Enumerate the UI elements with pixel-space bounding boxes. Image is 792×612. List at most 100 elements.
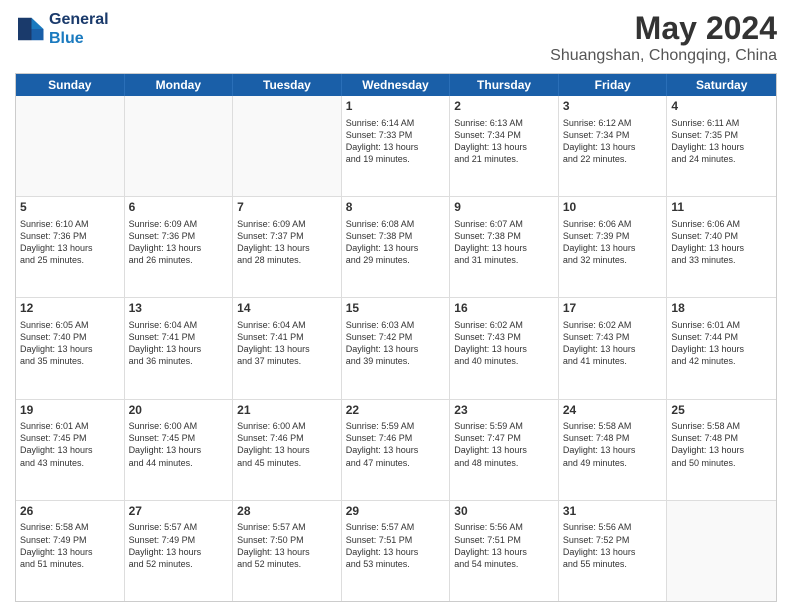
- cell-line: and 41 minutes.: [563, 355, 663, 367]
- calendar-cell: 2 Sunrise: 6:13 AMSunset: 7:34 PMDaylight…: [450, 96, 559, 196]
- cell-line: and 37 minutes.: [237, 355, 337, 367]
- calendar-cell: 1Sunrise: 6:14 AMSunset: 7:33 PMDaylight…: [342, 96, 451, 196]
- day-number: 10: [563, 200, 663, 216]
- cell-line: and 39 minutes.: [346, 355, 446, 367]
- calendar-cell: 12Sunrise: 6:05 AMSunset: 7:40 PMDayligh…: [16, 298, 125, 398]
- calendar-cell: 3Sunrise: 6:12 AMSunset: 7:34 PMDaylight…: [559, 96, 668, 196]
- cell-line: and 45 minutes.: [237, 457, 337, 469]
- cell-line: and 53 minutes.: [346, 558, 446, 570]
- cell-line: Sunset: 7:34 PM: [454, 129, 554, 141]
- cell-line: Sunset: 7:36 PM: [129, 230, 229, 242]
- cell-line: Daylight: 13 hours: [129, 242, 229, 254]
- cell-line: Sunset: 7:36 PM: [20, 230, 120, 242]
- calendar-cell: [667, 501, 776, 601]
- main-title: May 2024: [550, 10, 777, 47]
- title-block: May 2024 Shuangshan, Chongqing, China: [550, 10, 777, 65]
- cell-line: Sunset: 7:43 PM: [563, 331, 663, 343]
- cell-line: Sunrise: 5:58 AM: [563, 420, 663, 432]
- cell-line: Sunset: 7:40 PM: [671, 230, 772, 242]
- calendar-cell: 23Sunrise: 5:59 AMSunset: 7:47 PMDayligh…: [450, 400, 559, 500]
- cell-line: Sunset: 7:37 PM: [237, 230, 337, 242]
- cell-line: Sunrise: 6:10 AM: [20, 218, 120, 230]
- cell-line: Daylight: 13 hours: [129, 444, 229, 456]
- calendar-cell: 4Sunrise: 6:11 AMSunset: 7:35 PMDaylight…: [667, 96, 776, 196]
- weekday-header: Wednesday: [342, 74, 451, 96]
- day-number: 2: [454, 99, 554, 115]
- calendar-cell: 20Sunrise: 6:00 AMSunset: 7:45 PMDayligh…: [125, 400, 234, 500]
- cell-line: Daylight: 13 hours: [237, 444, 337, 456]
- cell-line: Sunrise: 6:02 AM: [563, 319, 663, 331]
- day-number: 12: [20, 301, 120, 317]
- cell-line: Sunset: 7:50 PM: [237, 534, 337, 546]
- calendar-row: 1Sunrise: 6:14 AMSunset: 7:33 PMDaylight…: [16, 96, 776, 197]
- cell-line: Sunrise: 6:09 AM: [237, 218, 337, 230]
- cell-line: Sunrise: 6:02 AM: [454, 319, 554, 331]
- cell-line: Daylight: 13 hours: [20, 546, 120, 558]
- day-number: 11: [671, 200, 772, 216]
- cell-line: and 24 minutes.: [671, 153, 772, 165]
- cell-line: and 55 minutes.: [563, 558, 663, 570]
- day-number: 8: [346, 200, 446, 216]
- calendar-cell: 9Sunrise: 6:07 AMSunset: 7:38 PMDaylight…: [450, 197, 559, 297]
- cell-line: Sunrise: 6:00 AM: [237, 420, 337, 432]
- cell-line: Daylight: 13 hours: [454, 242, 554, 254]
- cell-line: Sunset: 7:47 PM: [454, 432, 554, 444]
- cell-line: Sunset: 7:41 PM: [129, 331, 229, 343]
- cell-line: and 33 minutes.: [671, 254, 772, 266]
- cell-line: Sunset: 7:34 PM: [563, 129, 663, 141]
- cell-line: and 44 minutes.: [129, 457, 229, 469]
- cell-line: Daylight: 13 hours: [129, 343, 229, 355]
- day-number: 6: [129, 200, 229, 216]
- cell-line: and 49 minutes.: [563, 457, 663, 469]
- day-number: 13: [129, 301, 229, 317]
- cell-line: and 26 minutes.: [129, 254, 229, 266]
- cell-line: Daylight: 13 hours: [346, 242, 446, 254]
- calendar-cell: 8 Sunrise: 6:08 AMSunset: 7:38 PMDaylight…: [342, 197, 451, 297]
- calendar-cell: 21Sunrise: 6:00 AMSunset: 7:46 PMDayligh…: [233, 400, 342, 500]
- cell-line: and 51 minutes.: [20, 558, 120, 570]
- day-number: 3: [563, 99, 663, 115]
- cell-line: Daylight: 13 hours: [346, 444, 446, 456]
- cell-line: Sunset: 7:52 PM: [563, 534, 663, 546]
- calendar-header: SundayMondayTuesdayWednesdayThursdayFrid…: [16, 74, 776, 96]
- day-number: 22: [346, 403, 446, 419]
- calendar-cell: 13Sunrise: 6:04 AMSunset: 7:41 PMDayligh…: [125, 298, 234, 398]
- cell-line: Daylight: 13 hours: [237, 343, 337, 355]
- logo: General Blue: [15, 10, 109, 48]
- cell-line: Sunset: 7:44 PM: [671, 331, 772, 343]
- day-number: 17: [563, 301, 663, 317]
- cell-line: Sunrise: 6:13 AM: [454, 117, 554, 129]
- cell-line: Daylight: 13 hours: [454, 141, 554, 153]
- calendar-cell: 15Sunrise: 6:03 AMSunset: 7:42 PMDayligh…: [342, 298, 451, 398]
- cell-line: Sunset: 7:39 PM: [563, 230, 663, 242]
- cell-line: Daylight: 13 hours: [346, 343, 446, 355]
- subtitle: Shuangshan, Chongqing, China: [550, 47, 777, 65]
- cell-line: Daylight: 13 hours: [20, 242, 120, 254]
- cell-line: and 35 minutes.: [20, 355, 120, 367]
- cell-line: Sunrise: 6:07 AM: [454, 218, 554, 230]
- day-number: 18: [671, 301, 772, 317]
- cell-line: Sunrise: 6:08 AM: [346, 218, 446, 230]
- cell-line: Sunrise: 6:00 AM: [129, 420, 229, 432]
- day-number: 28: [237, 504, 337, 520]
- calendar-row: 26Sunrise: 5:58 AMSunset: 7:49 PMDayligh…: [16, 501, 776, 601]
- cell-line: Sunrise: 6:09 AM: [129, 218, 229, 230]
- cell-line: Daylight: 13 hours: [237, 242, 337, 254]
- calendar-cell: [16, 96, 125, 196]
- calendar-cell: 19Sunrise: 6:01 AMSunset: 7:45 PMDayligh…: [16, 400, 125, 500]
- calendar-cell: 16Sunrise: 6:02 AMSunset: 7:43 PMDayligh…: [450, 298, 559, 398]
- cell-line: Daylight: 13 hours: [563, 546, 663, 558]
- cell-line: Daylight: 13 hours: [346, 546, 446, 558]
- cell-line: Sunset: 7:40 PM: [20, 331, 120, 343]
- calendar-cell: 6 Sunrise: 6:09 AMSunset: 7:36 PMDaylight…: [125, 197, 234, 297]
- calendar-cell: 30Sunrise: 5:56 AMSunset: 7:51 PMDayligh…: [450, 501, 559, 601]
- day-number: 1: [346, 99, 446, 115]
- calendar-row: 12Sunrise: 6:05 AMSunset: 7:40 PMDayligh…: [16, 298, 776, 399]
- cell-line: and 22 minutes.: [563, 153, 663, 165]
- day-number: 20: [129, 403, 229, 419]
- cell-line: Sunset: 7:48 PM: [671, 432, 772, 444]
- cell-line: Sunrise: 6:06 AM: [671, 218, 772, 230]
- cell-line: Sunset: 7:38 PM: [346, 230, 446, 242]
- calendar-cell: 7Sunrise: 6:09 AMSunset: 7:37 PMDaylight…: [233, 197, 342, 297]
- cell-line: Sunrise: 6:14 AM: [346, 117, 446, 129]
